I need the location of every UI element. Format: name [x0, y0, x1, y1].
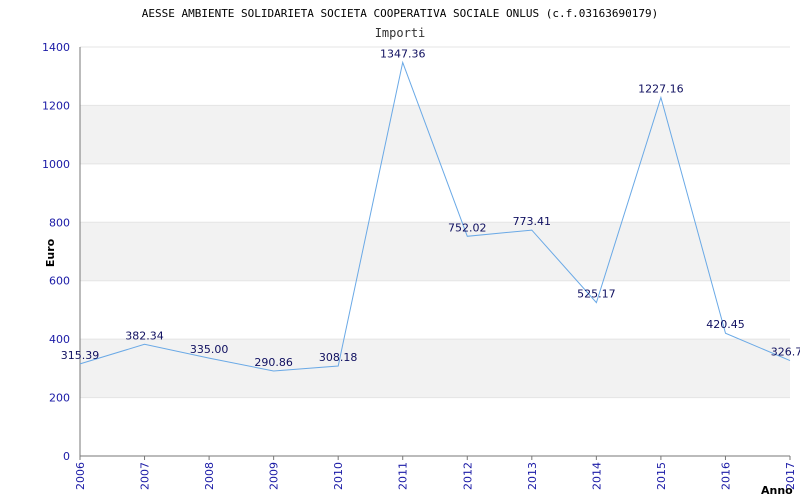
data-label: 1227.16 — [638, 82, 684, 95]
y-tick-label: 600 — [49, 275, 70, 288]
line-chart: AESSE AMBIENTE SOLIDARIETA SOCIETA COOPE… — [42, 7, 800, 497]
data-label: 420.45 — [706, 318, 745, 331]
y-tick-label: 800 — [49, 216, 70, 229]
x-tick-label: 2011 — [397, 462, 410, 490]
x-tick-label: 2009 — [268, 462, 281, 490]
x-axis-ticks: 2006 2007 2008 2009 2010 2011 2012 2013 2014 2015… — [74, 456, 797, 490]
x-tick-label: 2010 — [332, 462, 345, 490]
x-tick-label: 2013 — [526, 462, 539, 490]
data-label: 315.39 — [61, 349, 100, 362]
data-label: 326.71 — [771, 346, 800, 359]
x-tick-label: 2008 — [203, 462, 216, 490]
x-tick-label: 2016 — [719, 462, 732, 490]
y-axis-label: Euro — [44, 238, 57, 267]
y-tick-label: 200 — [49, 392, 70, 405]
chart-subtitle: Importi — [375, 26, 426, 40]
grid-band — [80, 105, 790, 164]
data-label: 1347.36 — [380, 47, 426, 60]
data-label: 335.00 — [190, 343, 229, 356]
grid-band — [80, 222, 790, 281]
x-tick-label: 2015 — [655, 462, 668, 490]
x-tick-label: 2007 — [139, 462, 152, 490]
data-label: 752.02 — [448, 221, 487, 234]
data-label: 308.18 — [319, 351, 358, 364]
y-tick-label: 0 — [63, 450, 70, 463]
chart-title: AESSE AMBIENTE SOLIDARIETA SOCIETA COOPE… — [142, 7, 659, 20]
grid-band — [80, 339, 790, 398]
data-label: 525.17 — [577, 288, 616, 301]
x-tick-label: 2014 — [590, 462, 603, 490]
data-label: 382.34 — [125, 329, 164, 342]
data-label: 773.41 — [513, 215, 552, 228]
y-tick-label: 1000 — [42, 158, 70, 171]
y-tick-label: 1400 — [42, 41, 70, 54]
x-tick-label: 2006 — [74, 462, 87, 490]
x-axis-label: Anno — [761, 484, 793, 497]
y-tick-label: 1200 — [42, 99, 70, 112]
data-label: 290.86 — [254, 356, 293, 369]
data-labels: 315.39 382.34 335.00 290.86 308.18 1347.36 752… — [61, 47, 800, 369]
x-tick-label: 2012 — [461, 462, 474, 490]
y-tick-label: 400 — [49, 333, 70, 346]
